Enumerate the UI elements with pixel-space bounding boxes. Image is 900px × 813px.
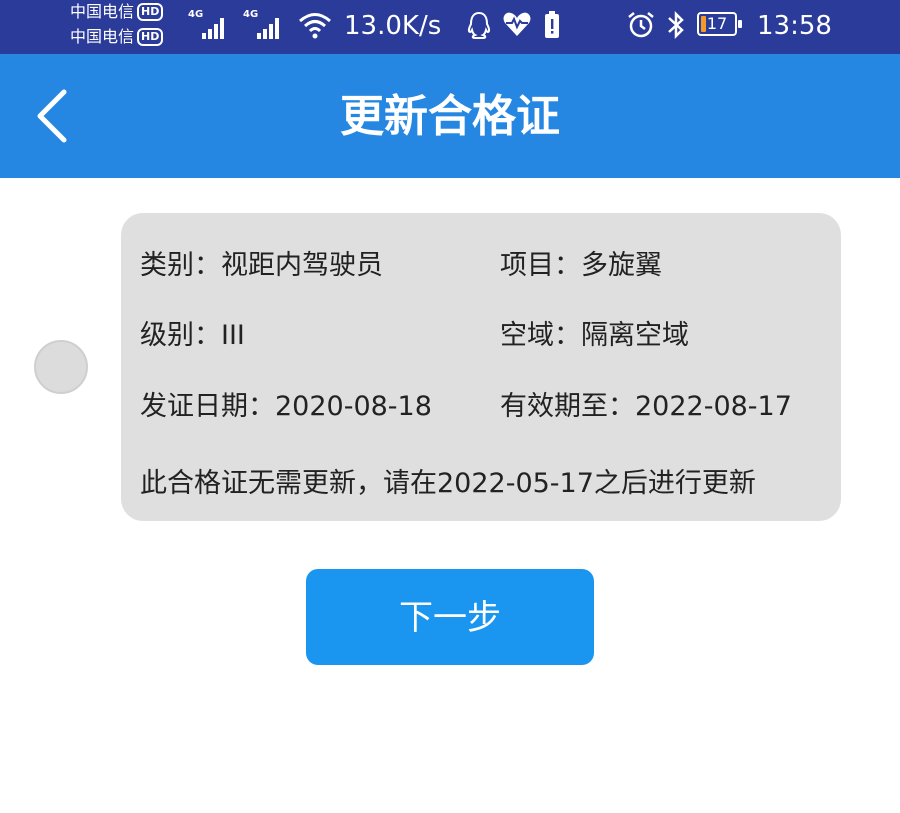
wifi-icon [299,13,331,39]
certificate-project: 项目：多旋翼 [500,250,662,281]
next-button[interactable]: 下一步 [306,569,594,665]
certificate-note: 此合格证无需更新，请在2022-05-17之后进行更新 [140,468,756,499]
certificate-category: 类别：视距内驾驶员 [140,250,383,281]
app-header: 更新合格证 [0,54,900,178]
certificate-airspace: 空域：隔离空域 [500,320,689,351]
hd-badge-1: HD [137,3,164,21]
carrier-2-label: 中国电信 [70,27,135,46]
qq-icon [467,11,491,39]
certificate-card[interactable]: 类别：视距内驾驶员 项目：多旋翼 级别：III 空域：隔离空域 发证日期：202… [121,213,841,521]
battery-level: 17 [706,14,728,33]
certificate-radio[interactable] [34,340,88,394]
status-time: 13:58 [757,11,832,41]
health-icon [503,12,531,36]
status-bar: 中国电信 HD 中国电信 HD 4G 4G 13.0K/s 17 13:58 [0,0,900,54]
page-title: 更新合格证 [340,91,560,142]
carrier-1: 中国电信 HD [70,0,164,25]
certificate-level: 级别：III [140,320,245,351]
network-tag-2: 4G [243,9,259,20]
carrier-info: 中国电信 HD 中国电信 HD [70,0,164,50]
net-speed: 13.0K/s [344,11,442,41]
carrier-2: 中国电信 HD [70,25,164,50]
network-tag-1: 4G [188,9,204,20]
certificate-issue-date: 发证日期：2020-08-18 [140,391,432,422]
battery-icon: 17 [697,12,742,36]
bluetooth-icon [668,10,684,40]
carrier-1-label: 中国电信 [70,2,135,21]
battery-alert-icon [545,11,559,38]
hd-badge-2: HD [137,28,164,46]
alarm-icon [628,12,654,38]
certificate-valid-until: 有效期至：2022-08-17 [500,391,792,422]
